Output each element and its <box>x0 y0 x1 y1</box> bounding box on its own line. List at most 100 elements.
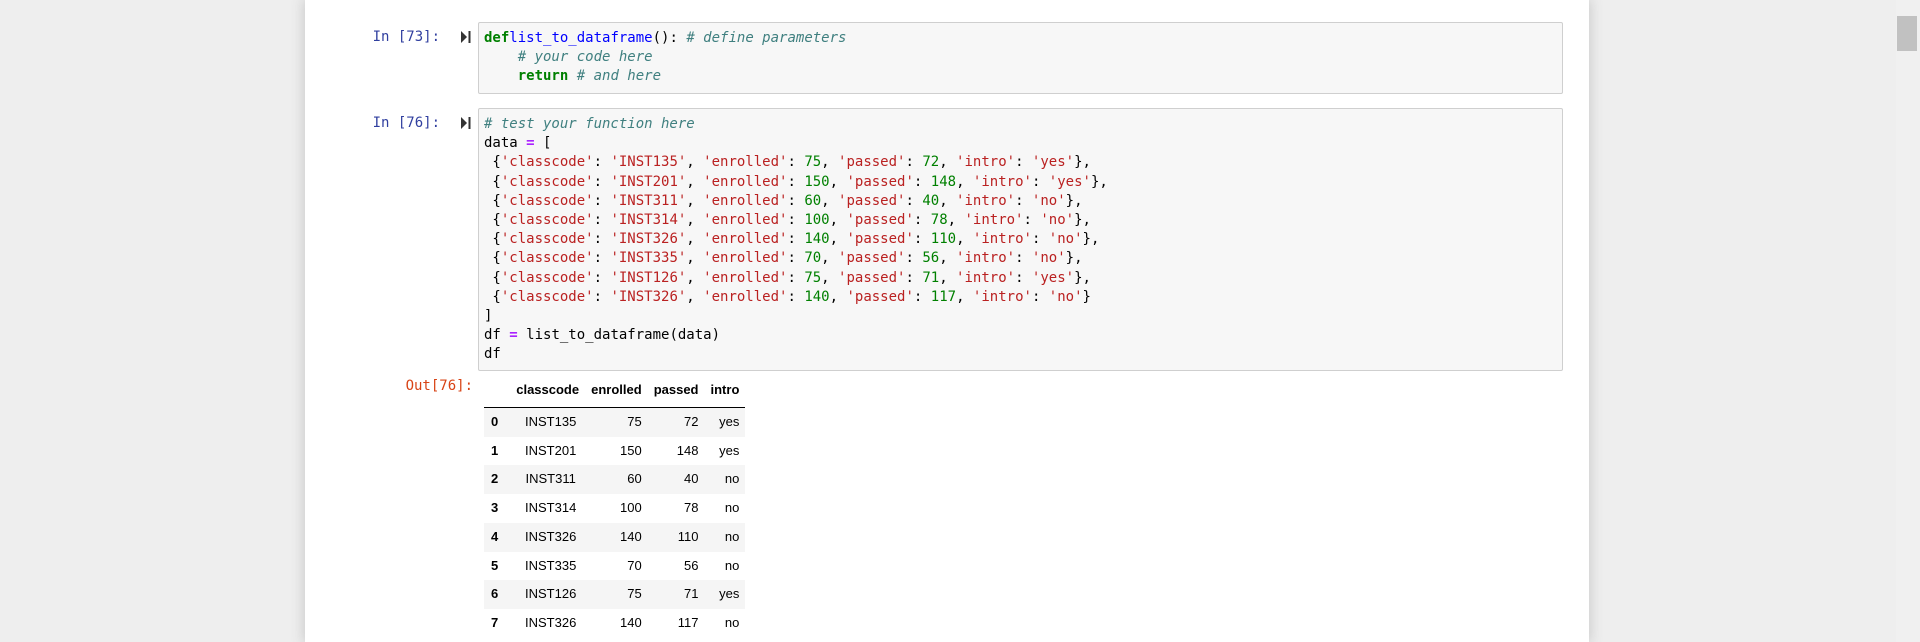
code-token: 'INST335' <box>610 250 687 267</box>
code-editor[interactable]: # test your function here data = [ {'cla… <box>478 108 1563 371</box>
code-token: 'no' <box>1040 212 1075 229</box>
code-token: # your code here <box>517 49 653 66</box>
cell-classcode: INST326 <box>525 614 577 630</box>
code-token: # test your function here <box>484 116 695 132</box>
cell-classcode: INST335 <box>525 557 577 573</box>
code-token: 'no' <box>1048 288 1083 305</box>
code-text[interactable]: # test your function here data = [ {'cla… <box>479 109 1562 371</box>
cell-enrolled: 60 <box>627 471 642 487</box>
code-token: 'enrolled' <box>703 173 788 190</box>
row-index: 0 <box>491 414 499 429</box>
code-token: 'intro' <box>972 288 1032 305</box>
code-token: 'no' <box>1031 192 1066 209</box>
code-token: 'no' <box>1031 250 1066 267</box>
code-token: 148 <box>930 173 957 190</box>
code-token: 'intro' <box>972 173 1032 190</box>
cell-passed: 117 <box>677 614 699 630</box>
column-header-classcode: classcode <box>510 374 586 408</box>
code-token: 75 <box>804 154 822 171</box>
input-prompt: In [76]: <box>372 115 440 131</box>
code-token: 'classcode' <box>500 212 594 229</box>
code-token: 'classcode' <box>500 154 594 171</box>
cell-passed: 110 <box>677 528 699 544</box>
cell-classcode: INST314 <box>525 500 577 516</box>
code-token: 'classcode' <box>500 173 594 190</box>
code-token: 'intro' <box>964 212 1024 229</box>
table-row: 0 INST135 75 72 yes <box>484 407 746 437</box>
code-token: list_to_dataframe <box>509 30 653 46</box>
cell-intro: no <box>724 471 740 487</box>
code-token: 'classcode' <box>500 288 594 305</box>
code-token: 'passed' <box>846 231 914 248</box>
vertical-scrollbar[interactable] <box>1896 0 1920 642</box>
code-token: 'classcode' <box>500 231 594 248</box>
run-cell-icon[interactable] <box>460 30 472 44</box>
row-index: 1 <box>491 442 499 458</box>
code-token: 'intro' <box>972 231 1032 248</box>
code-token: def <box>484 30 510 46</box>
code-token: 'enrolled' <box>703 269 788 286</box>
code-token: # and here <box>576 68 662 85</box>
code-token: 72 <box>922 154 940 171</box>
code-token: 'enrolled' <box>703 192 788 209</box>
row-index: 5 <box>491 557 499 573</box>
code-token: 'INST135' <box>610 154 687 171</box>
code-token: 'INST326' <box>610 288 687 305</box>
code-editor[interactable]: deflist_to_dataframe(): # define paramet… <box>478 22 1563 94</box>
code-token: 140 <box>804 288 830 305</box>
input-prompt: In [73]: <box>372 29 440 45</box>
code-token: 70 <box>804 250 822 267</box>
column-header-passed: passed <box>647 374 705 408</box>
code-token: 'enrolled' <box>703 154 788 171</box>
cell-enrolled: 100 <box>619 500 642 516</box>
cell-enrolled: 75 <box>627 414 642 429</box>
cell-intro: no <box>724 557 740 573</box>
row-index: 3 <box>491 500 499 516</box>
cell-enrolled: 150 <box>619 442 642 458</box>
code-token: return <box>517 68 569 85</box>
row-index: 2 <box>491 471 499 487</box>
code-token: 'passed' <box>846 173 914 190</box>
table-row: 1 INST201 150 148 yes <box>484 437 745 466</box>
code-token: 'enrolled' <box>703 250 788 267</box>
table-header-row: classcode enrolled passed intro <box>484 374 746 408</box>
code-token: 'INST311' <box>610 192 687 209</box>
cell-passed: 78 <box>684 500 699 516</box>
column-header-intro: intro <box>704 374 746 408</box>
cell-classcode: INST311 <box>525 471 576 487</box>
cell-intro: no <box>724 500 740 516</box>
table-row: 2 INST311 60 40 no <box>484 465 746 495</box>
column-header-enrolled: enrolled <box>585 374 648 408</box>
code-token: 75 <box>804 269 822 286</box>
code-token: 40 <box>922 192 940 209</box>
notebook-container: In [73]: deflist_to_dataframe(): # defin… <box>305 0 1589 642</box>
code-token: 'classcode' <box>500 192 594 209</box>
code-token: 'INST201' <box>610 173 687 190</box>
row-index: 6 <box>491 586 499 602</box>
code-token: 'yes' <box>1031 154 1075 171</box>
code-text[interactable]: deflist_to_dataframe(): # define paramet… <box>479 23 1562 93</box>
cell-enrolled: 75 <box>627 586 642 602</box>
cell-passed: 148 <box>676 442 699 458</box>
code-token: 78 <box>930 212 948 229</box>
cell-passed: 71 <box>684 586 699 602</box>
code-token: 'intro' <box>956 192 1016 209</box>
cell-classcode: INST135 <box>525 414 577 429</box>
code-token: 117 <box>930 288 957 305</box>
code-token: 'no' <box>1048 231 1083 248</box>
output-prompt: Out[76]: <box>405 378 473 394</box>
cell-classcode: INST326 <box>525 528 577 544</box>
code-token: 'enrolled' <box>703 212 788 229</box>
run-cell-icon[interactable] <box>460 116 472 130</box>
cell-intro: no <box>724 528 740 544</box>
cell-enrolled: 70 <box>627 557 642 573</box>
table-row: 4 INST326 140 110 no <box>484 522 746 552</box>
dataframe-output: classcode enrolled passed intro 0 INST13… <box>484 374 746 638</box>
cell-passed: 56 <box>684 557 699 573</box>
row-index: 7 <box>491 614 499 630</box>
code-token: 'yes' <box>1048 173 1091 190</box>
code-token: 'passed' <box>846 212 914 229</box>
scrollbar-thumb[interactable] <box>1897 16 1917 51</box>
cell-enrolled: 140 <box>619 528 642 544</box>
code-token: 100 <box>804 212 830 229</box>
